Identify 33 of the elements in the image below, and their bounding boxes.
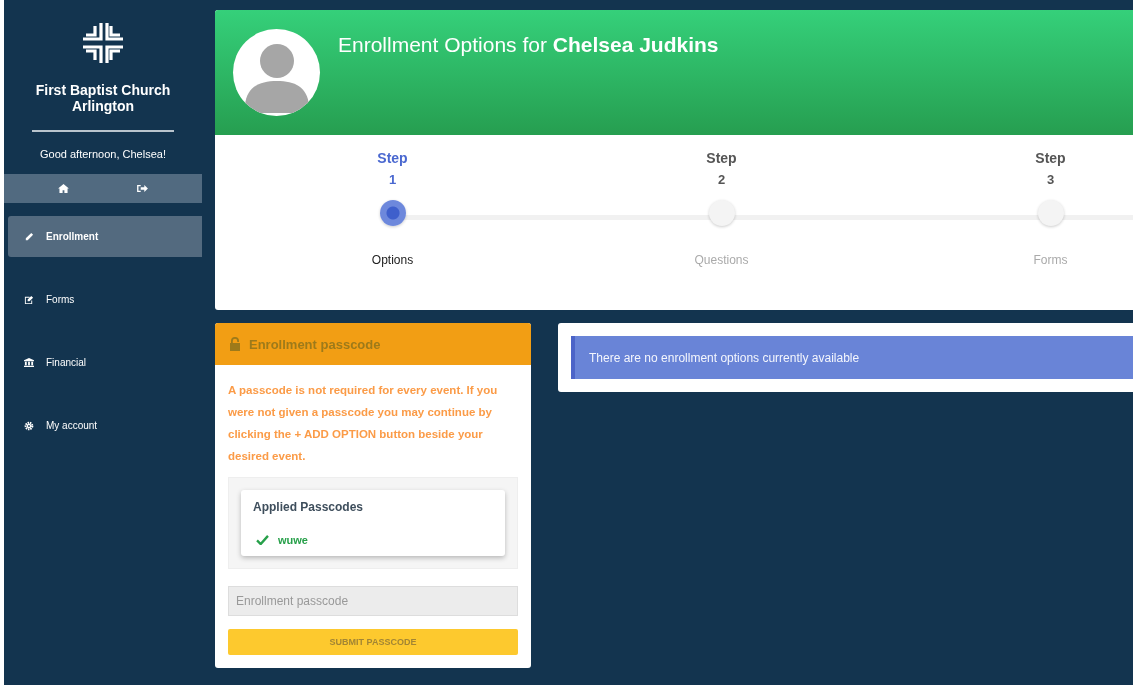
passcode-card-title: Enrollment passcode [249, 336, 381, 352]
applied-passcode: wuwe [278, 534, 308, 546]
step-dot[interactable] [708, 200, 735, 226]
applied-passcodes-title: Applied Passcodes [253, 500, 365, 514]
passcode-notice: A passcode is not required for every event. If you were not given a passcode you may continue by clicking the + ADD OPTION button beside your desired event. [228, 383, 499, 464]
unlock-icon [229, 337, 241, 351]
step-label: Step [1035, 150, 1066, 166]
gear-icon [24, 420, 34, 431]
edit-icon [24, 294, 34, 305]
nav-item[interactable]: My account [8, 405, 202, 446]
organization-name: First Baptist Church Arlington [34, 82, 172, 114]
nav-item[interactable]: Financial [8, 342, 202, 383]
step-label: Step [706, 150, 737, 166]
step-label: Step [377, 150, 408, 166]
nav-item[interactable]: Forms [8, 279, 202, 320]
bank-icon [24, 357, 34, 368]
page-title: Enrollment Options for Chelsea Judkins [338, 33, 719, 58]
pencil-icon [24, 231, 34, 242]
check-icon [256, 535, 269, 545]
step-number: 3 [1046, 172, 1055, 187]
nav-item[interactable]: Enrollment [8, 216, 202, 257]
step-name: Questions [694, 253, 749, 267]
step-number: 1 [388, 172, 397, 187]
step-name: Forms [1033, 253, 1068, 267]
home-icon[interactable] [58, 184, 69, 193]
greeting-text: Good afternoon, Chelsea! [40, 148, 166, 160]
step-dot[interactable] [1037, 200, 1064, 226]
no-options-alert: There are no enrollment options currently available [571, 336, 1133, 379]
passcode-input[interactable]: Enrollment passcode [228, 586, 518, 616]
active-step-dot[interactable] [379, 200, 406, 226]
step-name: Options [371, 253, 414, 267]
step-number: 2 [717, 172, 726, 187]
sign-out-icon[interactable] [137, 184, 148, 193]
